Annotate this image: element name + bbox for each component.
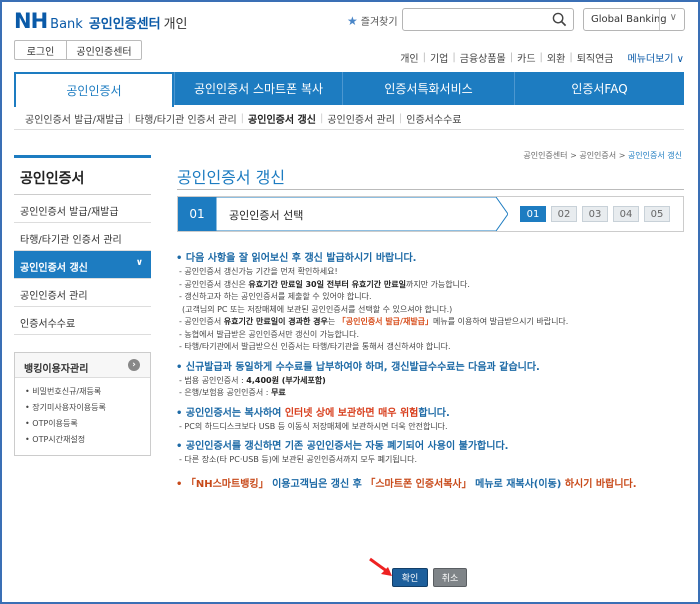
subnav-renew[interactable]: 공인인증서 갱신 xyxy=(244,111,320,126)
breadcrumb-item[interactable]: 공인인증서 xyxy=(579,151,616,160)
top-buttons: 로그인 공인인증센터 xyxy=(14,40,142,60)
sub-nav: 공인인증서 발급/재발급 | 타행/타기관 인증서 관리 | 공인인증서 갱신 | 공… xyxy=(14,108,684,130)
bank-item-password[interactable]: • 비밀번호신규/재등록 xyxy=(15,382,150,398)
sidebar-item-issue[interactable]: 공인인증서 발급/재발급 xyxy=(14,195,151,223)
current-step-label: 공인인증서 선택 xyxy=(229,209,304,222)
step-badge: 04 xyxy=(613,206,639,222)
main-tabs: 공인인증서 공인인증서 스마트폰 복사 인증서특화서비스 인증서FAQ xyxy=(14,72,684,107)
sidebar-title: 공인인증서 xyxy=(14,155,151,195)
smartbanking-notice: • 「NH스마트뱅킹」 이용고객님은 갱신 후 「스마트폰 인증서복사」 메뉴로… xyxy=(176,478,637,490)
step-badge: 05 xyxy=(644,206,670,222)
notice-section: • 공인인증서를 갱신하면 기존 공인인증서는 자동 폐기되어 사용이 불가합니… xyxy=(176,440,686,467)
tab-faq[interactable]: 인증서FAQ xyxy=(514,72,684,105)
tab-smartphone-copy[interactable]: 공인인증서 스마트폰 복사 xyxy=(174,72,342,105)
notice-heading: • 신규발급과 동일하게 수수료를 납부하여야 하며, 갱신발급수수료는 다음과… xyxy=(176,361,540,373)
notice-section: • 공인인증서는 복사하여 인터넷 상에 보관하면 매우 위험합니다. - PC… xyxy=(176,407,686,434)
login-button[interactable]: 로그인 xyxy=(14,40,67,60)
nh-bank-logo[interactable]: NH Bank 공인인증센터 개인 xyxy=(14,9,188,33)
notice-heading: • 다음 사항을 잘 읽어보신 후 갱신 발급하시기 바랍니다. xyxy=(176,253,417,264)
chevron-down-icon: ∨ xyxy=(669,12,677,23)
breadcrumb-item[interactable]: 공인인증센터 xyxy=(523,151,567,160)
subnav-fee[interactable]: 인증서수수료 xyxy=(402,111,465,126)
chevron-right-icon[interactable]: › xyxy=(128,359,140,371)
logo-nh: NH xyxy=(14,9,48,33)
search-icon[interactable] xyxy=(552,12,567,27)
category-card[interactable]: 카드 xyxy=(513,50,539,65)
notice-section: • 다음 사항을 잘 읽어보신 후 갱신 발급하시기 바랍니다. - 공인인증서… xyxy=(176,252,686,354)
cancel-button[interactable]: 취소 xyxy=(433,568,467,587)
banking-user-box: 뱅킹이용자관리 › • 비밀번호신규/재등록 • 장기미사용자이용등록 • OT… xyxy=(14,352,151,456)
subnav-issue[interactable]: 공인인증서 발급/재발급 xyxy=(21,111,128,126)
notice-heading: • 공인인증서를 갱신하면 기존 공인인증서는 자동 폐기되어 사용이 불가합니… xyxy=(176,441,509,452)
bank-item-dormant[interactable]: • 장기미사용자이용등록 xyxy=(15,398,150,414)
logo-bank: Bank xyxy=(50,17,83,32)
subnav-other-bank[interactable]: 타행/타기관 인증서 관리 xyxy=(131,111,241,126)
category-fx[interactable]: 외환 xyxy=(543,50,569,65)
sidebar-item-renew[interactable]: 공인인증서 갱신 ∨ xyxy=(14,251,151,279)
notice-section: • 신규발급과 동일하게 수수료를 납부하여야 하며, 갱신발급수수료는 다음과… xyxy=(176,361,686,400)
sidebar-item-manage[interactable]: 공인인증서 관리 xyxy=(14,279,151,307)
step-indicator: 01 공인인증서 선택 01 02 03 04 05 xyxy=(177,196,684,232)
category-personal[interactable]: 개인 xyxy=(396,50,422,65)
bank-item-otp-time[interactable]: • OTP시간재설정 xyxy=(15,430,150,446)
action-buttons: 확인 취소 xyxy=(392,568,467,587)
search-input[interactable] xyxy=(402,8,574,31)
confirm-button[interactable]: 확인 xyxy=(392,568,428,587)
category-corporate[interactable]: 기업 xyxy=(426,50,452,65)
notice-heading: • 공인인증서는 복사하여 인터넷 상에 보관하면 매우 위험합니다. xyxy=(176,407,450,419)
star-icon: ★ xyxy=(347,13,358,28)
logo-center: 공인인증센터 개인 xyxy=(88,17,188,32)
step-badge: 02 xyxy=(551,206,577,222)
global-banking-select[interactable]: Global Banking ∨ xyxy=(583,8,685,31)
logo-type: 개인 xyxy=(163,17,188,32)
breadcrumb: 공인인증센터 > 공인인증서 > 공인인증서 갱신 xyxy=(523,151,682,160)
tab-certificate[interactable]: 공인인증서 xyxy=(14,72,174,107)
banking-user-header[interactable]: 뱅킹이용자관리 › xyxy=(15,353,150,378)
more-menu-link[interactable]: 메뉴더보기 ∨ xyxy=(628,50,685,65)
global-banking-label: Global Banking xyxy=(591,14,667,25)
sidebar-menu: 공인인증서 발급/재발급 타행/타기관 인증서 관리 공인인증서 갱신 ∨ 공인인… xyxy=(14,195,151,335)
step-badge: 03 xyxy=(582,206,608,222)
bank-item-otp-register[interactable]: • OTP이용등록 xyxy=(15,414,150,430)
current-step-number: 01 xyxy=(178,197,216,231)
sidebar-item-other-bank[interactable]: 타행/타기관 인증서 관리 xyxy=(14,223,151,251)
subnav-manage[interactable]: 공인인증서 관리 xyxy=(323,111,399,126)
category-nav: 개인 | 기업 | 금융상품몰 | 카드 | 외환 | 퇴직연금 메뉴더보기 ∨ xyxy=(396,50,684,65)
sidebar-item-fee[interactable]: 인증서수수료 xyxy=(14,307,151,335)
page-title: 공인인증서 갱신 xyxy=(177,168,286,187)
chevron-down-icon: ∨ xyxy=(135,258,143,268)
notice-content: • 다음 사항을 잘 읽어보신 후 갱신 발급하시기 바랍니다. - 공인인증서… xyxy=(176,252,686,492)
step-badge: 01 xyxy=(520,206,546,222)
step-list: 01 02 03 04 05 xyxy=(520,206,670,222)
favorites-link[interactable]: ★ 즐겨찾기 xyxy=(347,13,398,29)
cert-center-button[interactable]: 공인인증센터 xyxy=(67,40,142,60)
favorites-label: 즐겨찾기 xyxy=(360,17,398,28)
category-pension[interactable]: 퇴직연금 xyxy=(573,50,618,65)
step-arrow-shape xyxy=(215,197,508,231)
tab-special-services[interactable]: 인증서특화서비스 xyxy=(342,72,514,105)
category-products[interactable]: 금융상품몰 xyxy=(456,50,510,65)
breadcrumb-current: 공인인증서 갱신 xyxy=(627,151,682,160)
